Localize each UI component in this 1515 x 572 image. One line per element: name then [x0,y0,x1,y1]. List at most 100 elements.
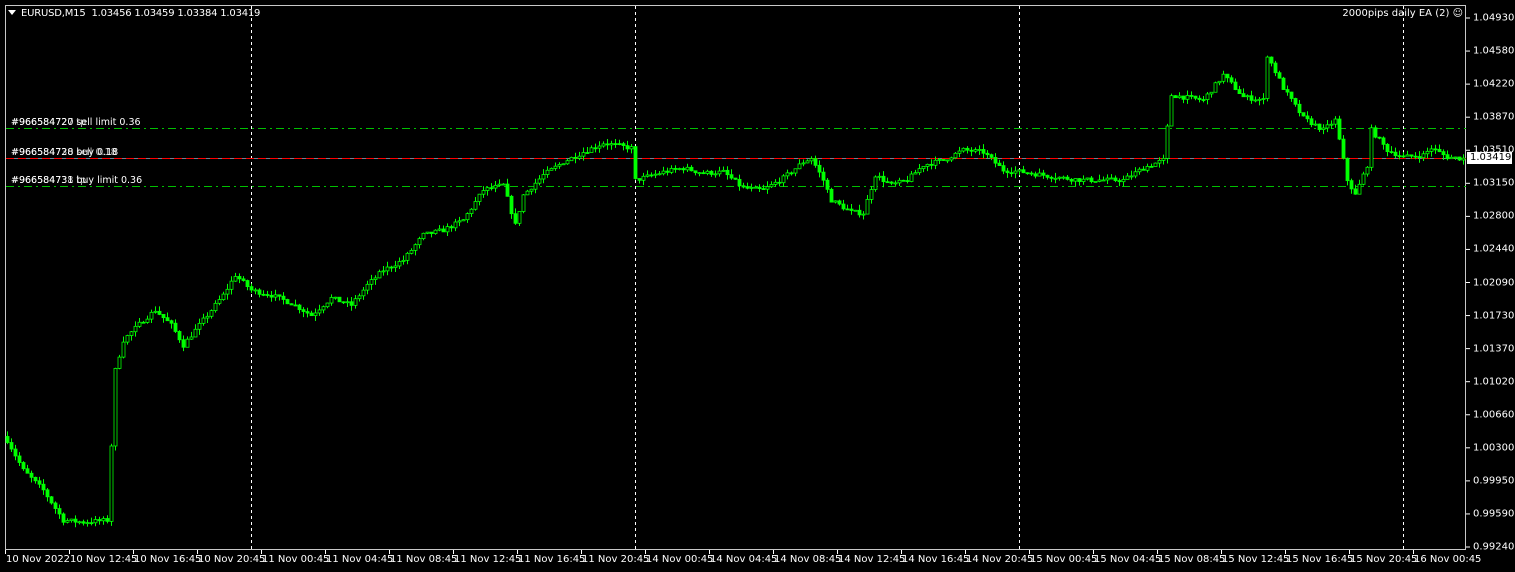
candle-body [597,145,602,149]
candle-body [1257,98,1262,101]
candle-body [605,143,610,146]
candle-body [105,518,110,522]
candle-body [1333,118,1338,125]
candle-body [1181,95,1186,100]
candle-body [777,181,782,184]
candle-body [1321,127,1326,130]
candle-body [1009,172,1014,175]
candle-body [989,154,994,158]
candle-body [357,295,362,300]
candle-body [1037,172,1042,177]
candle-body [825,179,830,190]
candle-body [1153,162,1158,167]
candle-body [697,172,702,175]
candle-body [877,175,882,178]
candle-body [1145,165,1150,171]
candle-body [1169,95,1174,127]
time-tick-label: 14 Nov 04:45 [710,554,778,565]
candle-body [621,143,626,146]
price-tick-label: 1.03870 [1473,111,1515,123]
candle-body [1041,172,1046,176]
candle-body [1317,123,1322,130]
dropdown-triangle-icon[interactable] [8,10,16,15]
candle-body [937,159,942,161]
candle-body [625,145,630,150]
price-tick-label: 1.01370 [1473,343,1515,355]
candle-body [1053,177,1058,180]
candle-body [289,303,294,306]
candle-body [573,156,578,159]
candle-body [237,276,242,280]
candle-body [1093,181,1098,183]
candle-body [77,521,82,524]
candle-body [945,159,950,162]
candle-body [125,335,130,343]
candle-body [1373,127,1378,138]
candle-body [145,318,150,323]
candle-body [1029,172,1034,175]
candle-body [773,181,778,185]
candle-body [981,149,986,154]
candle-body [525,190,530,196]
candle-body [501,183,506,186]
candle-body [1393,151,1398,157]
candle-body [1309,118,1314,126]
candle-body [473,201,478,210]
price-tick-label: 1.04220 [1473,78,1515,90]
candle-body [1409,154,1414,157]
candle-body [1269,56,1274,64]
candle-body [341,301,346,304]
candle-body [13,448,18,457]
candle-body [549,168,554,171]
candle-body [733,177,738,180]
candle-body [21,462,26,470]
candle-body [1349,180,1354,190]
candle-body [1229,77,1234,83]
candle-body [453,221,458,229]
candle-body [725,169,730,176]
candle-body [1021,169,1026,174]
time-tick-label: 14 Nov 20:45 [966,554,1034,565]
candle-body [957,150,962,154]
candle-body [1049,176,1054,179]
candle-body [1121,178,1126,183]
candle-body [1141,168,1146,171]
candle-body [141,321,146,324]
candle-body [1129,175,1134,178]
candle-body [81,521,86,524]
candle-body [661,170,666,175]
time-tick-label: 11 Nov 04:45 [326,554,394,565]
candle-body [633,146,638,179]
time-tick-label: 11 Nov 08:45 [390,554,458,565]
candle-body [993,157,998,164]
candle-body [897,179,902,184]
candle-body [1445,154,1450,160]
expert-advisor-label[interactable]: 2000pips daily EA (2) ☺ [1342,8,1463,19]
candle-body [537,178,542,184]
candle-body [477,193,482,202]
candle-body [1013,170,1018,174]
price-tick-label: 0.99950 [1473,475,1515,487]
candle-body [313,312,318,317]
candle-body [977,149,982,151]
candle-body [461,219,466,222]
candle-body [1113,177,1118,181]
candle-body [1233,81,1238,90]
candle-body [1245,95,1250,98]
candle-body [209,310,214,317]
candle-body [45,489,50,498]
candle-body [1125,175,1130,180]
candle-body [861,213,866,216]
candle-body [1133,171,1138,177]
price-chart[interactable] [0,0,1515,572]
candle-body [1137,168,1142,173]
candle-body [245,280,250,288]
candle-body [1173,95,1178,99]
candle-body [417,238,422,246]
candle-body [1089,177,1094,183]
candle-body [1005,170,1010,174]
candle-body [1117,180,1122,183]
candle-body [1237,89,1242,94]
candle-body [1405,154,1410,157]
candle-body [1157,160,1162,164]
